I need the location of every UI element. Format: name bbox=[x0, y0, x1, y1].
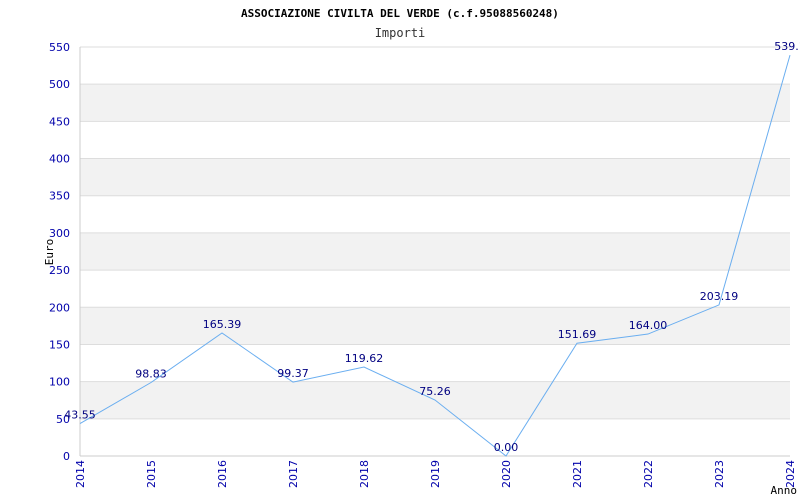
y-tick-label: 400 bbox=[49, 153, 70, 166]
data-label: 151.69 bbox=[558, 328, 597, 341]
data-label: 203.19 bbox=[700, 290, 739, 303]
y-axis-title: Euro bbox=[43, 239, 56, 266]
y-tick-label: 200 bbox=[49, 301, 70, 314]
background-band bbox=[80, 84, 790, 122]
data-label: 119.62 bbox=[345, 352, 384, 365]
y-tick-label: 550 bbox=[49, 41, 70, 54]
data-label: 98.83 bbox=[135, 368, 167, 381]
background-band bbox=[80, 307, 790, 345]
data-label: 165.39 bbox=[203, 318, 242, 331]
background-bands bbox=[80, 84, 790, 419]
data-label: 0.00 bbox=[494, 441, 519, 454]
x-tick-label: 2019 bbox=[429, 460, 442, 488]
x-tick-label: 2014 bbox=[74, 460, 87, 488]
chart-title: ASSOCIAZIONE CIVILTA DEL VERDE (c.f.9508… bbox=[241, 7, 559, 20]
chart-subtitle: Importi bbox=[375, 26, 426, 40]
y-tick-label: 500 bbox=[49, 78, 70, 91]
y-tick-label: 150 bbox=[49, 338, 70, 351]
data-label: 99.37 bbox=[277, 367, 309, 380]
line-chart: 050100150200250300350400450500550 2014 20… bbox=[43, 7, 800, 497]
x-tick-labels: 2014 2015 2016 2017 2018 2019 2020 2021 2022 2023… bbox=[74, 460, 797, 488]
background-band bbox=[80, 232, 790, 271]
x-tick-label: 2021 bbox=[571, 460, 584, 488]
data-label: 43.55 bbox=[64, 409, 96, 422]
y-tick-label: 450 bbox=[49, 115, 70, 128]
x-tick-label: 2023 bbox=[713, 460, 726, 488]
y-tick-label: 0 bbox=[63, 450, 70, 463]
x-tick-label: 2022 bbox=[642, 460, 655, 488]
x-tick-label: 2017 bbox=[287, 460, 300, 488]
x-tick-label: 2018 bbox=[358, 460, 371, 488]
x-axis-title: Anno bbox=[771, 484, 798, 497]
x-tick-label: 2016 bbox=[216, 460, 229, 488]
data-label: 164.00 bbox=[629, 319, 668, 332]
x-tick-label: 2015 bbox=[145, 460, 158, 488]
data-label: 539.1 bbox=[774, 40, 800, 53]
background-band bbox=[80, 158, 790, 196]
data-label: 75.26 bbox=[419, 385, 451, 398]
y-tick-label: 350 bbox=[49, 190, 70, 203]
y-tick-label: 300 bbox=[49, 227, 70, 240]
y-tick-label: 100 bbox=[49, 376, 70, 389]
x-tick-label: 2020 bbox=[500, 460, 513, 488]
